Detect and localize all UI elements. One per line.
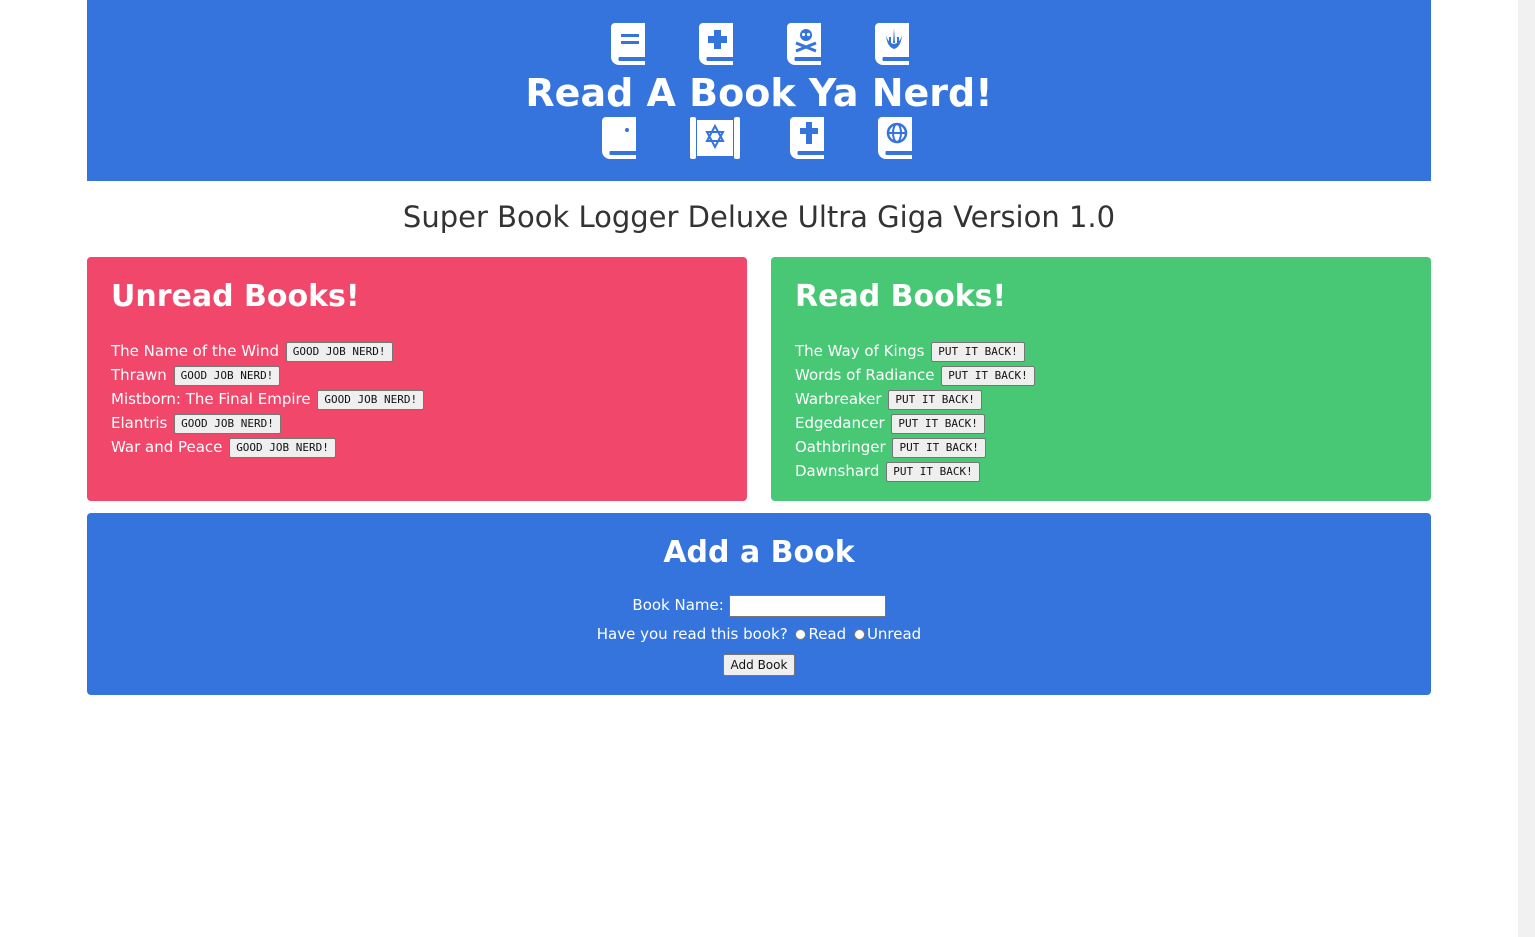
list-item: Warbreaker PUT IT BACK! (795, 387, 1407, 411)
read-radio-label: Read (808, 625, 847, 643)
book-title: Words of Radiance (795, 366, 935, 384)
read-heading: Read Books! (795, 279, 1007, 314)
list-item: The Name of the Wind GOOD JOB NERD! (111, 339, 723, 363)
book-panels: Unread Books! The Name of the Wind GOOD … (87, 257, 1431, 501)
put-back-button[interactable]: PUT IT BACK! (931, 341, 1025, 362)
unread-radio-label: Unread (866, 625, 922, 643)
list-item: Edgedancer PUT IT BACK! (795, 411, 1407, 435)
book-title: The Name of the Wind (111, 342, 279, 360)
banner: Read A Book Ya Nerd! (87, 0, 1431, 181)
read-book-list: The Way of Kings PUT IT BACK! Words of R… (795, 339, 1407, 483)
put-back-button[interactable]: PUT IT BACK! (941, 365, 1035, 386)
atlas-icon (878, 117, 912, 159)
put-back-button[interactable]: PUT IT BACK! (892, 437, 986, 458)
unread-radio[interactable] (853, 629, 865, 640)
list-item: Words of Radiance PUT IT BACK! (795, 363, 1407, 387)
add-book-heading: Add a Book (663, 535, 855, 570)
mark-read-button[interactable]: GOOD JOB NERD! (317, 389, 425, 410)
add-book-panel: Add a Book Book Name: Have you read this… (87, 513, 1431, 695)
list-item: Dawnshard PUT IT BACK! (795, 459, 1407, 483)
list-item: Oathbringer PUT IT BACK! (795, 435, 1407, 459)
book-jedi-icon (875, 23, 909, 65)
unread-books-panel: Unread Books! The Name of the Wind GOOD … (87, 257, 747, 501)
read-question-label: Have you read this book? (596, 625, 788, 643)
book-title: Edgedancer (795, 414, 885, 432)
read-books-panel: Read Books! The Way of Kings PUT IT BACK… (771, 257, 1431, 501)
torah-icon (690, 117, 740, 159)
add-book-button[interactable]: Add Book (722, 654, 796, 676)
bible-plus-icon (699, 23, 733, 65)
put-back-button[interactable]: PUT IT BACK! (888, 389, 982, 410)
read-status-row: Have you read this book? Read Unread (87, 623, 1431, 645)
quran-icon (602, 117, 636, 159)
book-name-input[interactable] (728, 594, 886, 617)
book-name-label: Book Name: (632, 596, 724, 614)
put-back-button[interactable]: PUT IT BACK! (886, 461, 980, 482)
mark-read-button[interactable]: GOOD JOB NERD! (229, 437, 336, 458)
list-item: Thrawn GOOD JOB NERD! (111, 363, 723, 387)
top-icon-row (87, 23, 1431, 65)
list-item: Mistborn: The Final Empire GOOD JOB NERD… (111, 387, 723, 411)
page-scrollbar[interactable] (1518, 0, 1535, 937)
mark-read-button[interactable]: GOOD JOB NERD! (174, 413, 281, 434)
book-title: Thrawn (111, 366, 167, 384)
mark-read-button[interactable]: GOOD JOB NERD! (285, 341, 393, 362)
list-item: Elantris GOOD JOB NERD! (111, 411, 723, 435)
bible-cross-icon (790, 117, 824, 159)
submit-row: Add Book (87, 653, 1431, 676)
list-item: The Way of Kings PUT IT BACK! (795, 339, 1407, 363)
book-icon (611, 23, 645, 65)
book-title: Elantris (111, 414, 168, 432)
page: Read A Book Ya Nerd! Super Book Logger D… (87, 0, 1431, 695)
book-skull-icon (787, 23, 821, 65)
book-title: War and Peace (111, 438, 223, 456)
book-title: Oathbringer (795, 438, 886, 456)
mark-read-button[interactable]: GOOD JOB NERD! (173, 365, 281, 386)
banner-title: Read A Book Ya Nerd! (525, 71, 993, 115)
list-item: War and Peace GOOD JOB NERD! (111, 435, 723, 459)
read-radio[interactable] (795, 629, 807, 640)
book-name-row: Book Name: (87, 594, 1431, 617)
book-title: The Way of Kings (795, 342, 925, 360)
unread-heading: Unread Books! (111, 279, 360, 314)
put-back-button[interactable]: PUT IT BACK! (891, 413, 985, 434)
book-title: Mistborn: The Final Empire (111, 390, 311, 408)
page-subtitle: Super Book Logger Deluxe Ultra Giga Vers… (402, 200, 1116, 234)
book-title: Warbreaker (795, 390, 882, 408)
unread-book-list: The Name of the Wind GOOD JOB NERD! Thra… (111, 339, 723, 459)
book-title: Dawnshard (795, 462, 880, 480)
bottom-icon-row (87, 117, 1431, 159)
